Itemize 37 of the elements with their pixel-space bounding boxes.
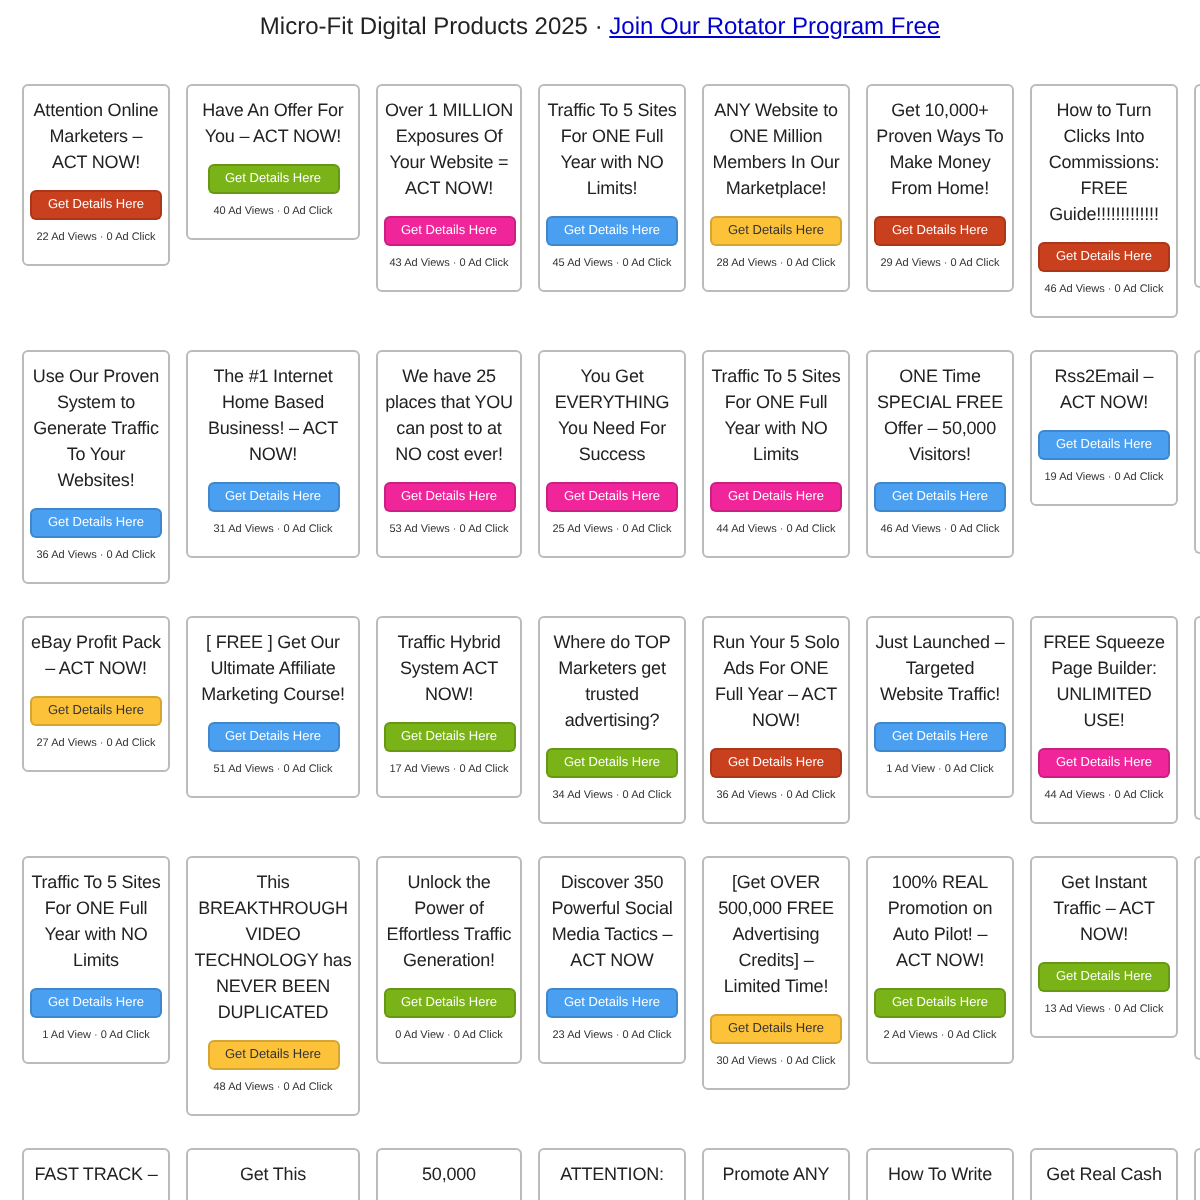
ad-title: eBay Profit Pack – ACT NOW! [30,630,162,682]
ad-title: Just Launched – Targeted Website Traffic! [874,630,1006,708]
ad-title: How To Write [888,1162,992,1188]
ad-title: Get Instant Traffic – ACT NOW! [1051,870,1157,948]
ad-title: Promote ANY [722,1162,830,1188]
ad-title: Use Our Proven System to Generate Traffic To Your Websites! [30,364,162,494]
ad-title: Traffic To 5 Sites For ONE Full Year with NO Limits [710,364,842,468]
ad-title: ATTENTION: [560,1162,664,1188]
ad-title: FAST TRACK – [34,1162,158,1188]
ad-title: We have 25 places that YOU can post to at NO cost ever! [384,364,514,468]
ad-title: ONE Time SPECIAL FREE Offer – 50,000 Visitors! [875,364,1005,468]
ad-title: The #1 Internet Home Based Business! – ACT NOW! [205,364,341,468]
ad-title: ANY Website to ONE Million Members In Our Marketplace! [710,98,842,202]
ad-title: 50,000 [422,1162,476,1188]
ad-title: You Get EVERYTHING You Need For Success [552,364,672,468]
ad-title: This BREAKTHROUGH VIDEO TECHNOLOGY has NEVER BEEN DUPLICATED [194,870,352,1026]
ad-title: Unlock the Power of Effortless Traffic Generation! [384,870,514,974]
ad-title: Where do TOP Marketers get trusted advertising? [551,630,673,734]
rotator-link[interactable]: Join Our Rotator Program Free [609,12,941,40]
ad-title: Attention Online Marketers – ACT NOW! [31,98,161,176]
ad-title: [Get OVER 500,000 FREE Advertising Credits] – Limited Time! [716,870,836,1000]
ad-title: Traffic Hybrid System ACT NOW! [395,630,503,708]
page-title: Micro-Fit Digital Products 2025 · [259,12,605,40]
ad-title: Rss2Email – ACT NOW! [1052,364,1156,416]
ad-title: Traffic To 5 Sites For ONE Full Year with NO Limits! [546,98,678,202]
ad-title: Over 1 MILLION Exposures Of Your Website = ACT NOW! [384,98,514,202]
ad-title: 100% REAL Promotion on Auto Pilot! – ACT NOW! [885,870,995,974]
ad-title: Discover 350 Powerful Social Media Tactics – ACT NOW [549,870,675,974]
ad-title: Traffic To 5 Sites For ONE Full Year with NO Limits [30,870,162,974]
ad-title: Have An Offer For You – ACT NOW! [200,98,346,150]
ad-title: Get Real Cash [1046,1162,1162,1188]
ad-title: How to Turn Clicks Into Commissions: FREE Guide!!!!!!!!!!!!! [1046,98,1162,228]
ad-title: Run Your 5 Solo Ads For ONE Full Year – ACT NOW! [710,630,842,734]
ad-title: Get 10,000+ Proven Ways To Make Money From Home! [874,98,1006,202]
ad-title: FREE Squeeze Page Builder: UNLIMITED USE! [1041,630,1167,734]
ad-title: Get This [239,1162,307,1188]
ad-title: [ FREE ] Get Our Ultimate Affiliate Marketing Course! [199,630,347,708]
